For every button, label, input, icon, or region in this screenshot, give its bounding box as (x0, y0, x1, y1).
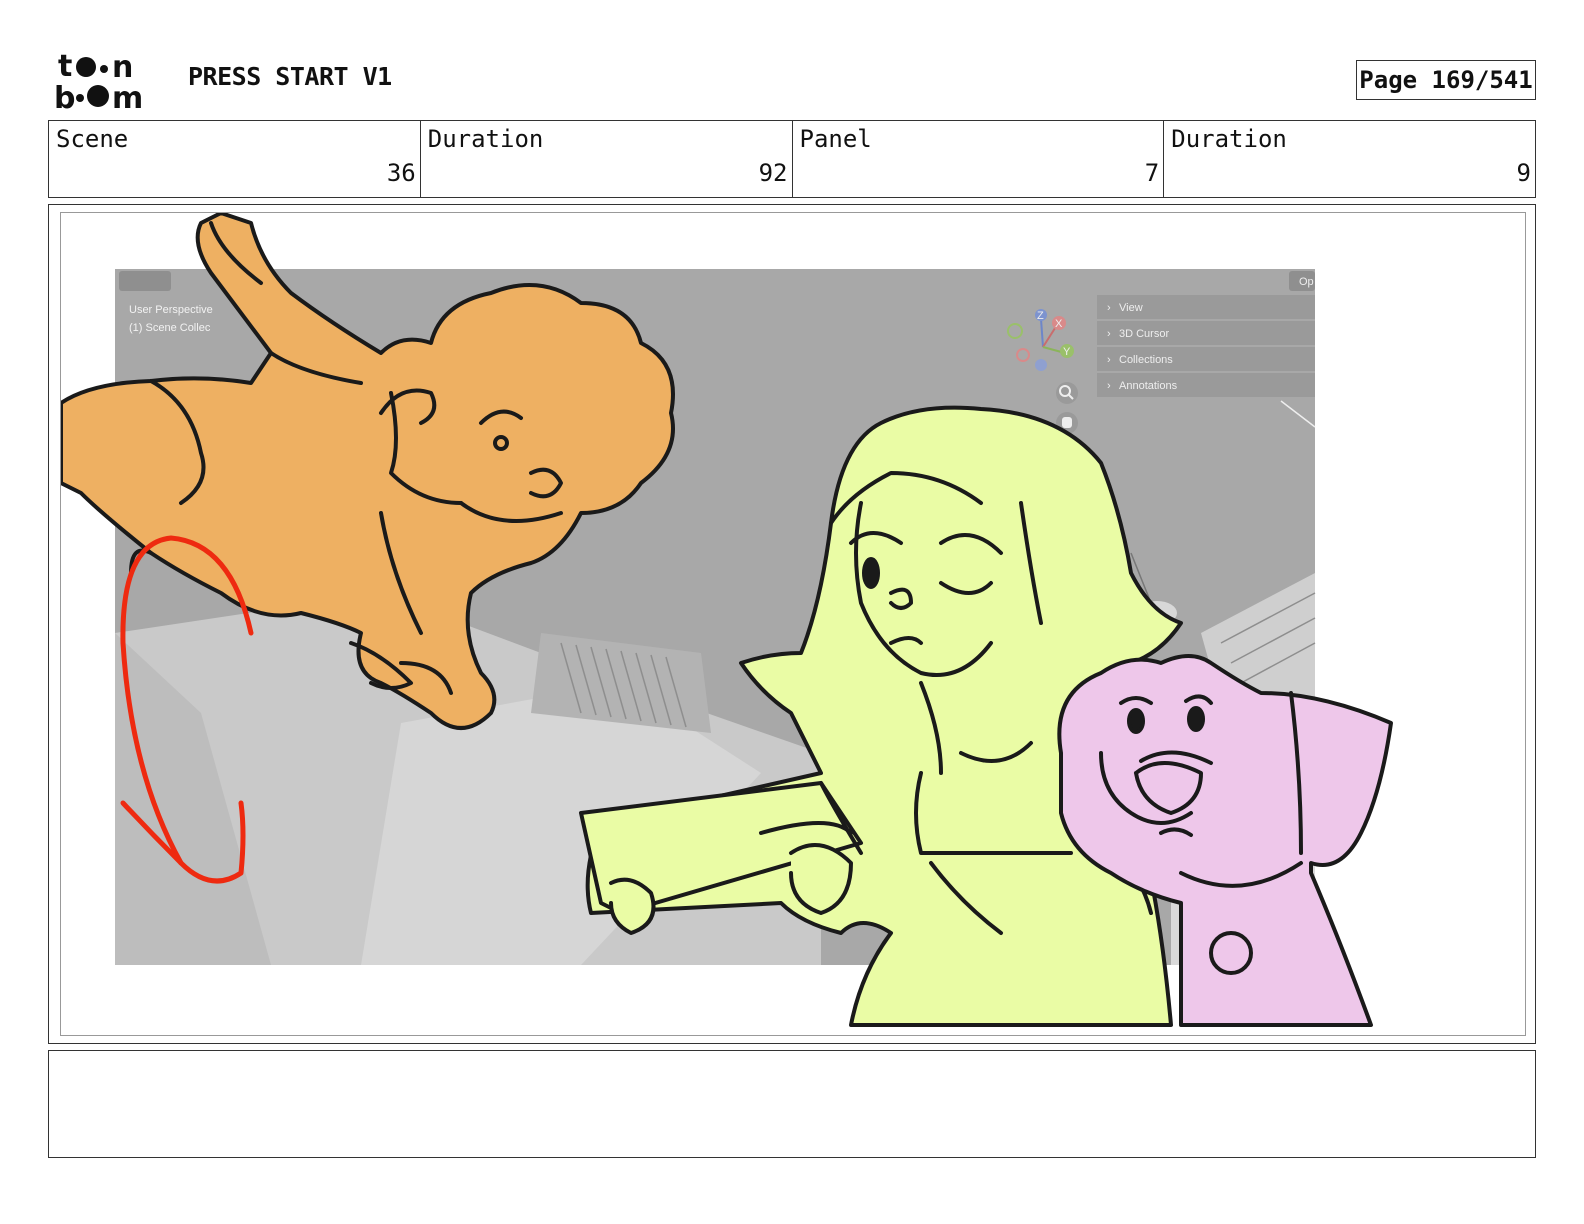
viewport-perspective-label: User Perspective (129, 304, 213, 316)
panel-cell: Panel 7 (793, 121, 1165, 197)
panel-duration-value: 9 (1516, 159, 1531, 187)
scene-label: Scene (56, 125, 129, 153)
gizmo-axis-z: Z (1037, 310, 1044, 322)
svg-text:b: b (54, 81, 75, 112)
scene-cell: Scene 36 (49, 121, 421, 197)
sidebar-item-annotations[interactable]: Annotations (1119, 380, 1178, 392)
gizmo-axis-x: X (1055, 318, 1063, 330)
scene-duration-value: 92 (758, 159, 788, 187)
gizmo-axis-y: Y (1063, 346, 1071, 358)
scene-info-row: Scene 36 Duration 92 Panel 7 Duration 9 (48, 120, 1536, 198)
panel-value: 7 (1144, 159, 1160, 187)
svg-text:›: › (1107, 354, 1111, 366)
svg-text:n: n (112, 50, 133, 85)
scene-duration-cell: Duration 92 (421, 121, 793, 197)
sidebar-item-collections[interactable]: Collections (1119, 354, 1173, 366)
panel-notes-box (48, 1050, 1536, 1158)
sidebar-item-3d-cursor[interactable]: 3D Cursor (1119, 328, 1169, 340)
sidebar-item-view[interactable]: View (1119, 302, 1143, 314)
zoom-icon[interactable] (1056, 382, 1078, 404)
panel-label: Panel (799, 125, 872, 153)
svg-text:›: › (1107, 302, 1111, 314)
panel-duration-label: Duration (1171, 125, 1287, 153)
panel-duration-cell: Duration 9 (1164, 121, 1535, 197)
svg-text:›: › (1107, 380, 1111, 392)
scene-duration-label: Duration (427, 125, 544, 153)
storyboard-drawing: Op User Perspective (1) Scene Collec › V… (61, 213, 1393, 1027)
viewport-corner-label: Op (1299, 276, 1314, 288)
svg-text:›: › (1107, 328, 1111, 340)
viewport-collection-label: (1) Scene Collec (129, 322, 211, 334)
panel-artwork: Op User Perspective (1) Scene Collec › V… (60, 212, 1526, 1036)
project-title: PRESS START V1 (188, 62, 392, 91)
svg-text:t: t (58, 50, 72, 84)
toon-boom-logo: t n b m (54, 50, 143, 112)
scene-value: 36 (386, 159, 416, 187)
svg-text:m: m (112, 81, 143, 112)
page-indicator: Page 169/541 (1356, 60, 1536, 100)
